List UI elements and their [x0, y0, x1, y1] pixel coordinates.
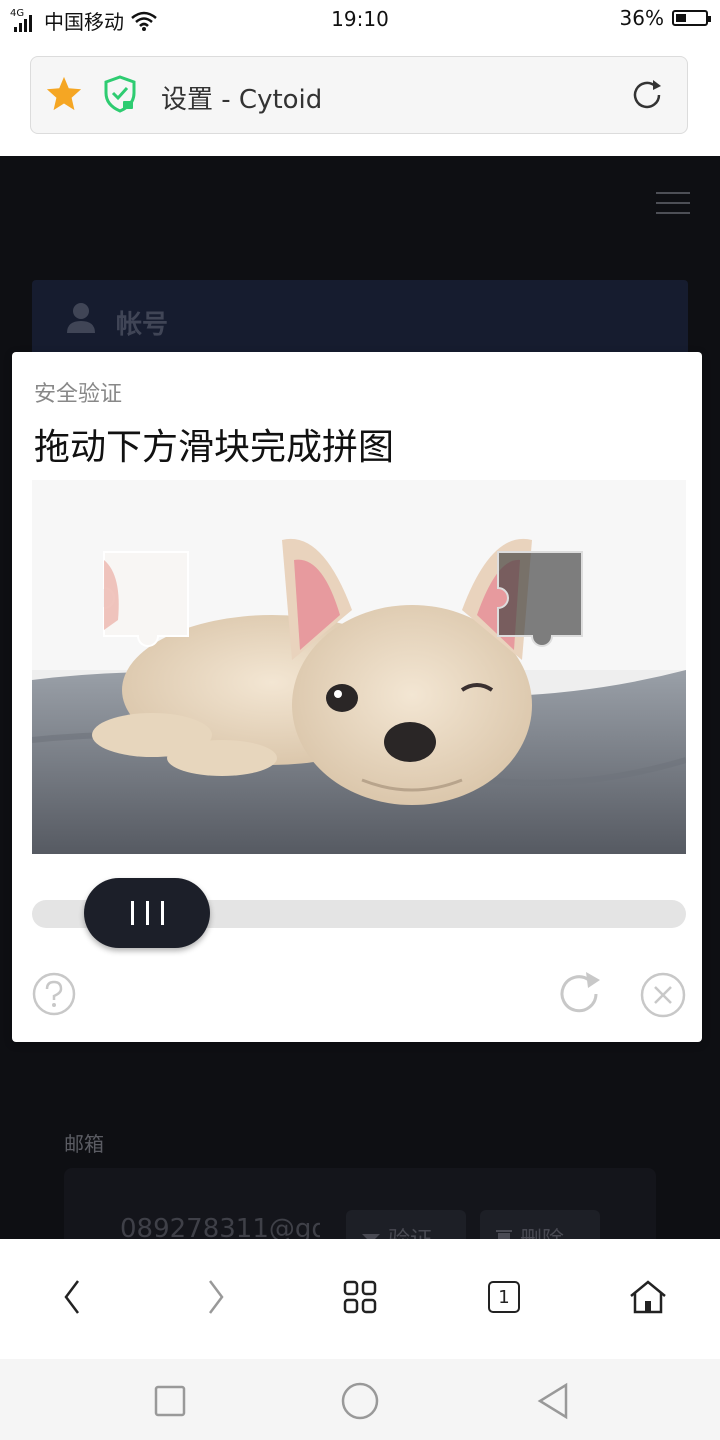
home-button[interactable] [624, 1273, 672, 1321]
shield-icon[interactable] [103, 75, 137, 113]
chevron-left-icon [64, 1280, 79, 1314]
puzzle-image [32, 480, 686, 854]
reload-icon[interactable] [629, 77, 665, 113]
captcha-subtitle: 安全验证 [34, 382, 123, 407]
back-button[interactable] [48, 1273, 96, 1321]
page-title: 设置 - Cytoid [161, 85, 323, 115]
battery-level [676, 14, 686, 22]
system-nav-bar [0, 1359, 720, 1440]
tab-count: 1 [488, 1281, 520, 1313]
grip-icon [130, 901, 164, 925]
puzzle-piece [103, 551, 189, 647]
star-icon[interactable] [45, 75, 83, 113]
slider-handle[interactable] [84, 878, 210, 948]
captcha-title: 拖动下方滑块完成拼图 [34, 427, 395, 468]
recents-icon[interactable] [150, 1381, 190, 1421]
refresh-icon[interactable] [556, 970, 604, 1018]
status-bar: 4G 中国移动 19:10 36% [0, 0, 720, 40]
tabs-button[interactable]: 1 [480, 1273, 528, 1321]
browser-toolbar: 1 [0, 1239, 720, 1359]
status-time: 19:10 [331, 7, 389, 31]
chevron-right-icon [209, 1280, 224, 1314]
help-icon[interactable] [32, 972, 76, 1016]
address-bar[interactable]: 设置 - Cytoid [30, 56, 688, 134]
menu-grid-button[interactable] [336, 1273, 384, 1321]
captcha-dialog: 安全验证 拖动下方滑块完成拼图 [12, 352, 702, 1042]
forward-button[interactable] [192, 1273, 240, 1321]
home-nav-icon[interactable] [340, 1381, 380, 1421]
battery-percent: 36% [619, 6, 664, 30]
status-right: 36% [619, 6, 711, 30]
puzzle-target-slot [497, 551, 583, 647]
home-icon [630, 1280, 666, 1314]
grid-icon [343, 1280, 377, 1314]
back-nav-icon[interactable] [534, 1381, 574, 1421]
battery-icon [672, 10, 711, 26]
puppy-illustration [32, 480, 686, 854]
close-icon[interactable] [640, 972, 686, 1018]
